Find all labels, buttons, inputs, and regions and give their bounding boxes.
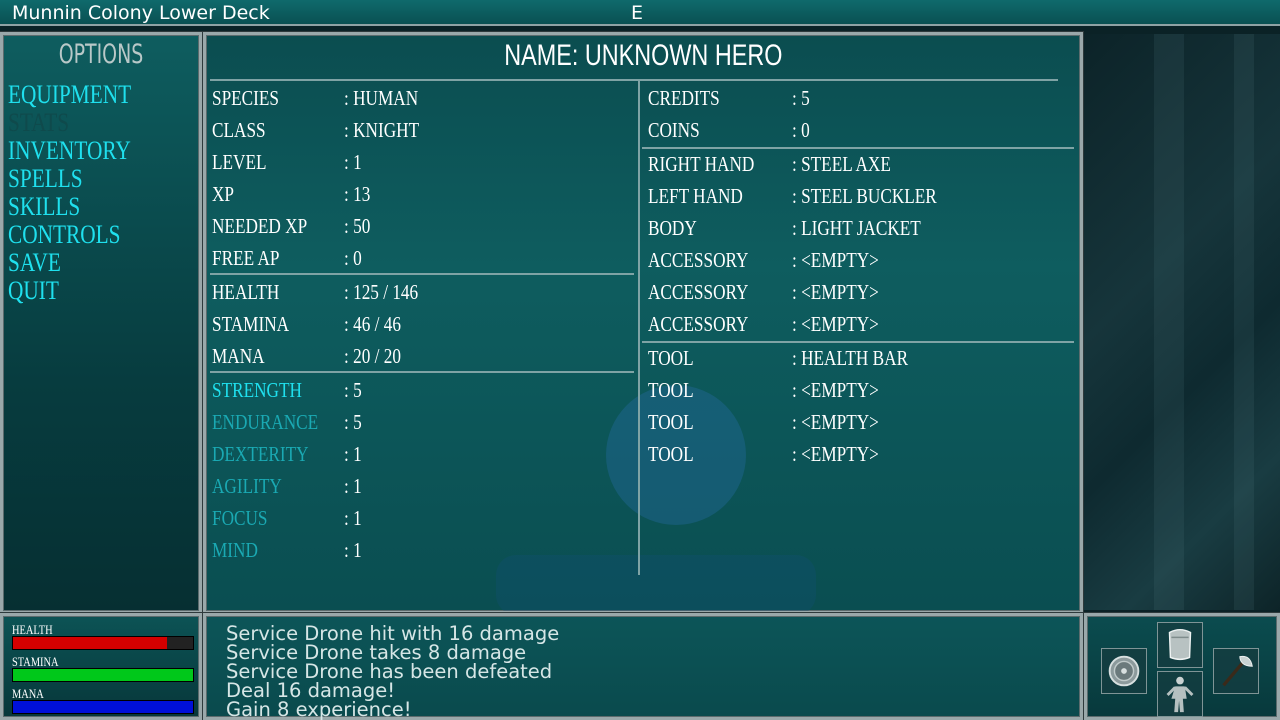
stat-label: NEEDED XP xyxy=(212,214,308,238)
menu-item-inventory[interactable]: INVENTORY xyxy=(8,137,131,165)
stat-label: LEVEL xyxy=(212,150,267,174)
tool-label: TOOL xyxy=(648,378,694,402)
attribute-label: MIND xyxy=(212,538,258,562)
attribute-value: : 5 xyxy=(344,410,362,434)
attribute-label: FOCUS xyxy=(212,506,268,530)
character-figure-icon[interactable] xyxy=(1157,671,1203,717)
menu-item-stats: STATS xyxy=(8,108,70,137)
tool-label: TOOL xyxy=(648,346,694,370)
health-bar xyxy=(12,636,194,650)
attribute-value: : 5 xyxy=(344,378,362,402)
game-viewport[interactable] xyxy=(1084,34,1280,610)
stat-label: FREE AP xyxy=(212,246,280,270)
stamina-bar xyxy=(12,668,194,682)
divider xyxy=(210,371,634,373)
mana-bar xyxy=(12,700,194,714)
options-panel: OPTIONS EQUIPMENT STATS INVENTORY SPELLS… xyxy=(0,32,202,614)
background-character xyxy=(496,555,816,611)
stat-value: : KNIGHT xyxy=(344,118,420,142)
divider xyxy=(210,273,634,275)
armor-icon[interactable] xyxy=(1157,622,1203,668)
tool-value: : <EMPTY> xyxy=(792,410,879,434)
equipment-label: ACCESSORY xyxy=(648,280,749,304)
menu-item-controls[interactable]: CONTROLS xyxy=(8,221,121,249)
location-bar: Munnin Colony Lower Deck E xyxy=(0,0,1280,26)
attribute-value: : 1 xyxy=(344,474,362,498)
compass-direction: E xyxy=(631,2,644,24)
equipment-value: : <EMPTY> xyxy=(792,312,879,336)
stat-label: CLASS xyxy=(212,118,266,142)
column-divider xyxy=(638,81,640,575)
options-title: OPTIONS xyxy=(58,39,144,70)
equipment-label: BODY xyxy=(648,216,697,240)
stat-value: : 13 xyxy=(344,182,371,206)
menu-item-save[interactable]: SAVE xyxy=(8,249,61,277)
shield-icon[interactable] xyxy=(1101,648,1147,694)
stamina-bar-fill xyxy=(13,669,193,681)
tool-value: : <EMPTY> xyxy=(792,442,879,466)
wall-pillar xyxy=(1234,34,1254,610)
equipment-label: ACCESSORY xyxy=(648,312,749,336)
tool-value: : HEALTH BAR xyxy=(792,346,909,370)
equipment-value: : STEEL AXE xyxy=(792,152,891,176)
stat-value: : 50 xyxy=(344,214,371,238)
vital-label: HEALTH xyxy=(212,280,280,304)
equipment-label: LEFT HAND xyxy=(648,184,743,208)
divider xyxy=(210,79,1058,81)
equipment-value: : STEEL BUCKLER xyxy=(792,184,937,208)
equipment-value: : <EMPTY> xyxy=(792,280,879,304)
tool-value: : <EMPTY> xyxy=(792,378,879,402)
combat-log[interactable]: Service Drone hit with 16 damage Service… xyxy=(203,613,1083,720)
hero-name: NAME: UNKNOWN HERO xyxy=(503,39,783,72)
money-label: CREDITS xyxy=(648,86,720,110)
attribute-label: AGILITY xyxy=(212,474,282,498)
equipment-label: RIGHT HAND xyxy=(648,152,755,176)
attribute-value: : 1 xyxy=(344,506,362,530)
vital-label: MANA xyxy=(212,344,265,368)
stat-label: SPECIES xyxy=(212,86,279,110)
stat-value: : 0 xyxy=(344,246,362,270)
stat-value: : 1 xyxy=(344,150,362,174)
menu-item-equipment[interactable]: EQUIPMENT xyxy=(8,81,131,109)
attribute-value: : 1 xyxy=(344,442,362,466)
vital-value: : 125 / 146 xyxy=(344,280,419,304)
menu-item-skills[interactable]: SKILLS xyxy=(8,193,80,221)
vital-value: : 46 / 46 xyxy=(344,312,401,336)
stat-label: XP xyxy=(212,182,235,206)
attribute-label: DEXTERITY xyxy=(212,442,309,466)
equipment-label: ACCESSORY xyxy=(648,248,749,272)
money-value: : 0 xyxy=(792,118,810,142)
menu-item-quit[interactable]: QUIT xyxy=(8,277,59,305)
stat-value: : HUMAN xyxy=(344,86,419,110)
equipment-slots-panel xyxy=(1084,613,1280,720)
log-line: Gain 8 experience! xyxy=(226,698,412,720)
tool-label: TOOL xyxy=(648,410,694,434)
attribute-label: ENDURANCE xyxy=(212,410,319,434)
equipment-value: : LIGHT JACKET xyxy=(792,216,921,240)
money-value: : 5 xyxy=(792,86,810,110)
attribute-label: STRENGTH xyxy=(212,378,302,402)
attribute-value: : 1 xyxy=(344,538,362,562)
mana-bar-fill xyxy=(13,701,193,713)
equipment-value: : <EMPTY> xyxy=(792,248,879,272)
health-bar-fill xyxy=(13,637,168,649)
money-label: COINS xyxy=(648,118,700,142)
vital-label: STAMINA xyxy=(212,312,290,336)
wall-pillar xyxy=(1154,34,1184,610)
character-stats-panel: NAME: UNKNOWN HERO SPECIES : HUMAN CLASS:… xyxy=(203,32,1083,614)
vital-value: : 20 / 20 xyxy=(344,344,401,368)
resource-bars-panel: HEALTH STAMINA MANA xyxy=(0,613,202,720)
axe-icon[interactable] xyxy=(1213,648,1259,694)
menu-item-spells[interactable]: SPELLS xyxy=(8,165,83,193)
location-name: Munnin Colony Lower Deck xyxy=(12,2,270,24)
tool-label: TOOL xyxy=(648,442,694,466)
